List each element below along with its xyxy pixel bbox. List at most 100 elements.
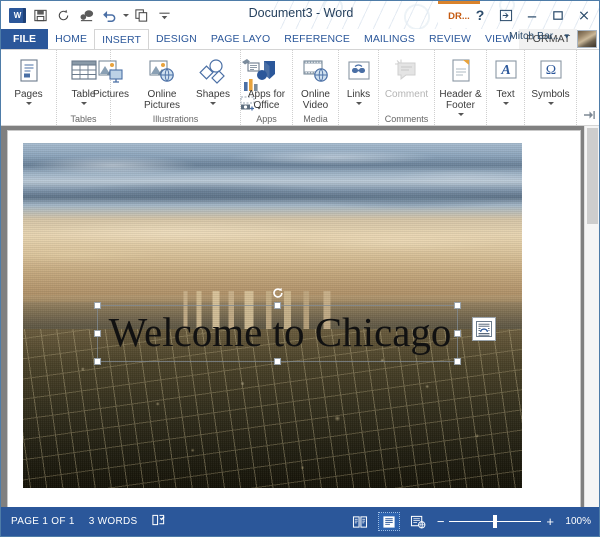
resize-handle-ne[interactable]: [454, 302, 461, 309]
resize-handle-nw[interactable]: [94, 302, 101, 309]
view-read-mode[interactable]: [350, 513, 370, 530]
zoom-level[interactable]: 100%: [563, 516, 591, 527]
document-workspace: Welcome to Chicago: [1, 126, 599, 509]
ribbon-group-symbols: Ω Symbols: [525, 50, 577, 125]
illustrations-group-label: Illustrations: [152, 114, 199, 124]
resize-handle-sw[interactable]: [94, 358, 101, 365]
pages-button[interactable]: Pages: [5, 53, 53, 105]
ribbon-display-options-icon[interactable]: [493, 4, 519, 26]
header-footer-label: Header & Footer: [439, 89, 482, 111]
resize-handle-e[interactable]: [454, 329, 461, 337]
close-button[interactable]: [571, 4, 597, 26]
ribbon-group-apps: Apps for Office Apps: [241, 50, 293, 125]
rotate-icon[interactable]: [272, 286, 284, 298]
status-bar-left: PAGE 1 OF 1 3 WORDS: [1, 513, 166, 530]
shapes-icon: [199, 56, 227, 86]
video-icon: [302, 56, 330, 86]
apps-for-office-button[interactable]: Apps for Office: [241, 53, 293, 111]
zoom-slider-track[interactable]: [449, 515, 542, 528]
layout-options-icon: [476, 321, 492, 337]
zoom-out-button[interactable]: −: [437, 515, 445, 528]
ribbon-group-comments: Comment Comments: [379, 50, 435, 125]
status-bar: PAGE 1 OF 1 3 WORDS − + 100%: [1, 507, 599, 536]
shapes-label: Shapes: [196, 89, 230, 100]
ribbon-group-media: Online Video Media: [293, 50, 339, 125]
tab-insert[interactable]: INSERT: [94, 29, 149, 49]
tab-file[interactable]: FILE: [1, 29, 49, 49]
comment-icon: [393, 56, 421, 86]
pictures-label: Pictures: [92, 89, 130, 100]
symbols-label: Symbols: [531, 89, 570, 100]
account-name: Mitch Bar...: [508, 30, 562, 42]
comment-label: Comment: [384, 89, 429, 100]
text-button[interactable]: A Text: [489, 53, 523, 105]
tab-page-layout[interactable]: PAGE LAYO: [204, 29, 277, 49]
comments-group-label: Comments: [384, 114, 429, 124]
online-pictures-button[interactable]: Online Pictures: [136, 53, 188, 111]
online-video-label: Online Video: [301, 89, 330, 111]
tab-review[interactable]: REVIEW: [422, 29, 478, 49]
ribbon-insert-panel: Pages Table Tables Pictures Online Pictu…: [1, 49, 599, 126]
tab-references[interactable]: REFERENCE: [277, 29, 357, 49]
table-dropdown-caret-icon[interactable]: [80, 102, 87, 105]
online-pictures-label: Online Pictures: [143, 89, 181, 111]
ribbon-tabs: FILE HOME INSERT DESIGN PAGE LAYO REFERE…: [1, 29, 599, 49]
symbols-dropdown-caret-icon[interactable]: [547, 102, 554, 105]
resize-handle-w[interactable]: [94, 329, 101, 337]
collapse-ribbon-pin-icon[interactable]: [582, 108, 596, 122]
vertical-scrollbar-thumb[interactable]: [587, 128, 598, 224]
symbols-button[interactable]: Ω Symbols: [525, 53, 577, 105]
help-button[interactable]: ?: [467, 4, 493, 26]
pages-dropdown-caret-icon[interactable]: [25, 102, 32, 105]
comment-button[interactable]: Comment: [381, 53, 433, 100]
document-page[interactable]: Welcome to Chicago: [8, 131, 580, 509]
selected-text-box[interactable]: Welcome to Chicago: [94, 287, 461, 365]
text-dropdown-caret-icon[interactable]: [502, 102, 509, 105]
vertical-scrollbar[interactable]: [584, 126, 599, 509]
svg-text:A: A: [500, 63, 510, 78]
resize-handle-n[interactable]: [273, 302, 281, 309]
page-indicator[interactable]: PAGE 1 OF 1: [11, 516, 75, 527]
tab-design[interactable]: DESIGN: [149, 29, 204, 49]
ribbon-group-text: A Text: [487, 50, 525, 125]
shapes-dropdown-caret-icon[interactable]: [210, 102, 216, 105]
links-button[interactable]: Links: [341, 53, 377, 105]
account-dropdown-caret-icon[interactable]: ▾: [564, 31, 569, 42]
text-icon: A: [493, 56, 519, 86]
apps-group-label: Apps: [256, 114, 277, 124]
text-box-content[interactable]: Welcome to Chicago: [101, 301, 459, 363]
window-controls: ?: [467, 4, 597, 26]
omega-icon: Ω: [538, 56, 564, 86]
layout-options-button[interactable]: [472, 317, 496, 341]
ribbon-group-illustrations: Pictures Online Pictures Shapes Illustra…: [93, 50, 261, 125]
resize-handle-se[interactable]: [454, 358, 461, 365]
online-video-button[interactable]: Online Video: [292, 53, 340, 111]
apps-icon: [253, 56, 281, 86]
zoom-slider-thumb[interactable]: [493, 515, 498, 528]
resize-handle-s[interactable]: [273, 358, 281, 365]
proofing-errors-icon[interactable]: [151, 513, 166, 530]
links-label: Links: [346, 89, 371, 100]
media-group-label: Media: [303, 114, 328, 124]
minimize-button[interactable]: [519, 4, 545, 26]
view-print-layout[interactable]: [377, 512, 400, 531]
ribbon-group-header-footer: Header & Footer: [435, 50, 487, 125]
header-footer-button[interactable]: Header & Footer: [435, 53, 487, 116]
pictures-icon: [97, 56, 125, 86]
zoom-in-button[interactable]: +: [546, 515, 554, 528]
view-web-layout[interactable]: [408, 513, 428, 530]
links-dropdown-caret-icon[interactable]: [355, 102, 362, 105]
zoom-slider[interactable]: − +: [437, 515, 554, 528]
page-icon: [17, 56, 41, 86]
maximize-button[interactable]: [545, 4, 571, 26]
header-footer-dropdown-caret-icon[interactable]: [457, 113, 464, 116]
tab-home[interactable]: HOME: [48, 29, 94, 49]
avatar[interactable]: [577, 30, 597, 48]
tab-mailings[interactable]: MAILINGS: [357, 29, 422, 49]
shapes-button[interactable]: Shapes: [189, 53, 237, 105]
account-chip[interactable]: Mitch Bar... ▾: [509, 30, 569, 42]
pictures-button[interactable]: Pictures: [87, 53, 135, 100]
online-pictures-icon: [148, 56, 176, 86]
word-count[interactable]: 3 WORDS: [89, 516, 138, 527]
tables-group-label: Tables: [70, 114, 97, 124]
